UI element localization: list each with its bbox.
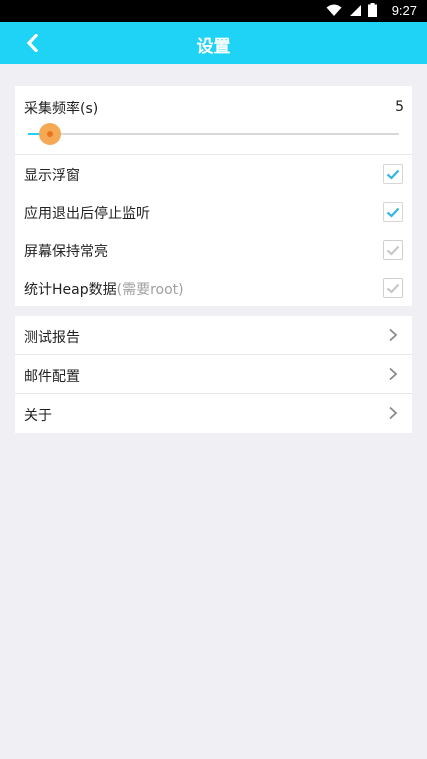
checkmark-icon <box>386 283 400 294</box>
toggle-label: 应用退出后停止监听 <box>24 206 150 222</box>
nav-item-test-report[interactable]: 测试报告 <box>15 316 412 354</box>
sampling-label: 采集频率(s) <box>24 101 99 117</box>
nav-item-label: 邮件配置 <box>24 369 80 385</box>
toggle-row-keep-screen-on[interactable]: 屏幕保持常亮 <box>15 231 412 269</box>
status-time: 9:27 <box>391 3 417 18</box>
nav-item-mail-config[interactable]: 邮件配置 <box>15 355 412 393</box>
chevron-right-icon <box>389 406 398 420</box>
stop-monitor-checkbox[interactable] <box>383 202 403 222</box>
heap-label: 统计Heap数据 <box>24 282 117 298</box>
checkmark-icon <box>386 169 400 180</box>
toggle-row-float-window[interactable]: 显示浮窗 <box>15 155 412 193</box>
toggle-label: 屏幕保持常亮 <box>24 244 108 260</box>
checkmark-icon <box>386 245 400 256</box>
wifi-icon <box>326 4 342 16</box>
sampling-value: 5 <box>395 99 404 115</box>
sampling-slider[interactable] <box>28 123 399 145</box>
status-icons <box>326 3 377 17</box>
nav-item-label: 测试报告 <box>24 330 80 346</box>
app-bar: 设置 <box>0 22 427 64</box>
status-bar: 9:27 <box>0 0 427 22</box>
nav-card: 测试报告 邮件配置 关于 <box>15 316 412 433</box>
page-title: 设置 <box>196 37 231 57</box>
battery-icon <box>368 3 377 17</box>
heap-hint: (需要root) <box>116 282 184 298</box>
float-window-checkbox[interactable] <box>383 164 403 184</box>
toggle-label: 统计Heap数据(需要root) <box>24 279 184 299</box>
checkmark-icon <box>386 207 400 218</box>
toggle-label: 显示浮窗 <box>24 168 80 184</box>
chevron-right-icon <box>389 367 398 381</box>
keep-screen-on-checkbox[interactable] <box>383 240 403 260</box>
toggle-row-heap-stats[interactable]: 统计Heap数据(需要root) <box>15 269 412 306</box>
heap-stats-checkbox[interactable] <box>383 278 403 298</box>
toggle-row-stop-monitor[interactable]: 应用退出后停止监听 <box>15 193 412 231</box>
sampling-row: 采集频率(s) 5 <box>15 86 412 154</box>
nav-item-label: 关于 <box>24 408 52 424</box>
nav-item-about[interactable]: 关于 <box>15 394 412 433</box>
settings-card: 采集频率(s) 5 显示浮窗 应用退出后停止监听 屏幕保持常亮 统计Heap数据… <box>15 86 412 306</box>
chevron-right-icon <box>389 328 398 342</box>
signal-icon <box>350 4 361 16</box>
